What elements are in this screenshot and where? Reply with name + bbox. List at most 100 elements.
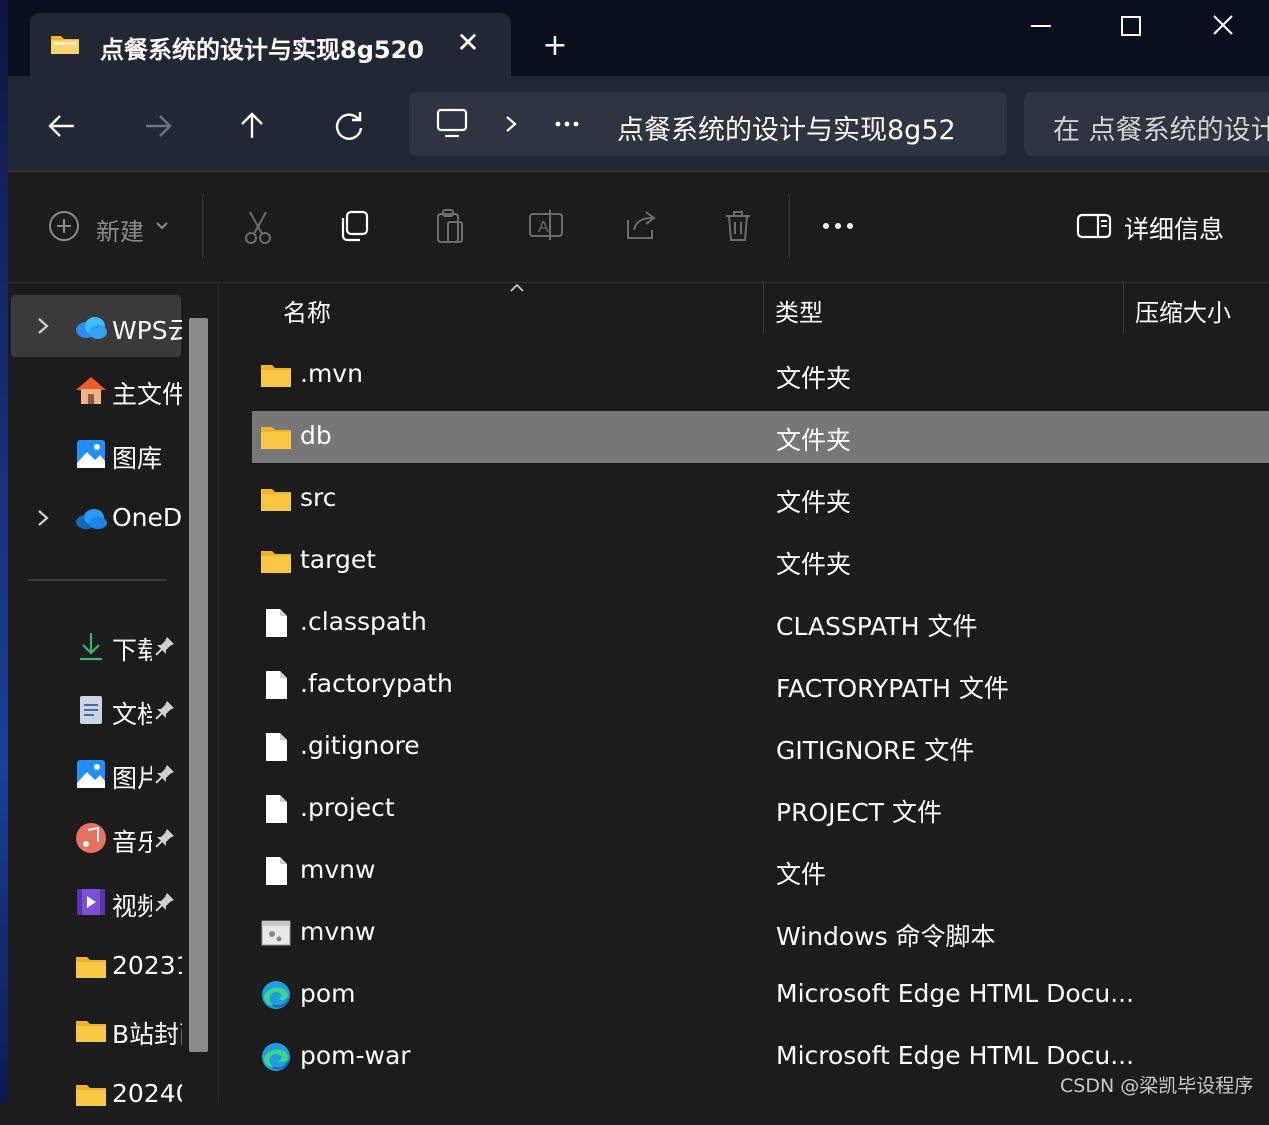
file-name: pom-war: [300, 1041, 411, 1070]
pin-icon[interactable]: [154, 635, 176, 657]
expand-chevron-icon[interactable]: [36, 315, 50, 337]
column-divider[interactable]: [763, 283, 764, 333]
sidebar-item-label: 图片: [112, 764, 152, 793]
file-row[interactable]: .project PROJECT 文件: [252, 783, 1269, 835]
file-name: .factorypath: [300, 669, 453, 698]
column-divider[interactable]: [1123, 283, 1124, 333]
onedrive-cloud-icon: [76, 509, 107, 529]
tab-current-folder[interactable]: 点餐系统的设计与实现8g520 ✕: [30, 13, 511, 76]
sidebar-item-videos[interactable]: 视频: [8, 873, 188, 933]
chevron-down-icon[interactable]: [154, 218, 170, 234]
sidebar-item-folder-20240[interactable]: 20240: [8, 1065, 188, 1125]
file-name: .classpath: [300, 607, 427, 636]
sort-ascending-icon: [510, 283, 524, 292]
sidebar-item-wps-cloud[interactable]: WPS云盘: [8, 297, 188, 357]
home-icon: [76, 377, 106, 404]
sidebar-item-downloads[interactable]: 下载: [8, 617, 188, 677]
file-row[interactable]: mvnw Windows 命令脚本: [252, 907, 1269, 959]
up-arrow-icon[interactable]: [232, 106, 272, 146]
file-icon: [260, 608, 292, 638]
file-type: 文件夹: [776, 364, 852, 393]
breadcrumb-current-folder[interactable]: 点餐系统的设计与实现8g520: [617, 108, 957, 147]
sidebar-divider: [28, 579, 166, 581]
sidebar-item-label: 视频: [112, 892, 152, 921]
details-button[interactable]: 详细信息: [1124, 210, 1224, 246]
close-window-icon[interactable]: [1200, 6, 1246, 46]
address-bar[interactable]: 点餐系统的设计与实现8g520: [409, 92, 1007, 156]
pin-icon[interactable]: [154, 763, 176, 785]
file-name: mvnw: [300, 917, 376, 946]
file-row[interactable]: target 文件夹: [252, 535, 1269, 587]
wps-cloud-icon: [76, 317, 107, 339]
more-options-icon[interactable]: [818, 206, 858, 246]
details-pane-icon[interactable]: [1074, 206, 1114, 246]
documents-icon: [80, 696, 102, 724]
sidebar-item-onedrive[interactable]: OneDrive: [8, 489, 188, 549]
new-button[interactable]: 新建: [96, 212, 144, 247]
new-plus-icon[interactable]: [46, 206, 86, 246]
file-row[interactable]: src 文件夹: [252, 473, 1269, 525]
sidebar-item-folder-bilibili-cover[interactable]: B站封面: [8, 1001, 188, 1061]
paste-icon[interactable]: [430, 206, 470, 246]
desktop-background: [0, 0, 8, 1103]
file-row[interactable]: .factorypath FACTORYPATH 文件: [252, 659, 1269, 711]
file-type: GITIGNORE 文件: [776, 736, 975, 765]
sidebar-item-music[interactable]: 音乐: [8, 809, 188, 869]
share-icon[interactable]: [622, 206, 662, 246]
pin-icon[interactable]: [154, 827, 176, 849]
file-row[interactable]: pom Microsoft Edge HTML Docu...: [252, 969, 1269, 1021]
sidebar-scrollbar[interactable]: [189, 318, 208, 1052]
svg-text:A: A: [538, 219, 549, 236]
delete-icon[interactable]: [718, 206, 758, 246]
file-name: db: [300, 421, 332, 450]
column-header-name[interactable]: 名称: [283, 293, 331, 328]
cut-icon[interactable]: [238, 206, 278, 246]
folder-icon: [76, 957, 106, 978]
folder-icon: [260, 546, 292, 576]
copy-icon[interactable]: [334, 206, 374, 246]
new-tab-button[interactable]: +: [535, 28, 575, 68]
column-header-type[interactable]: 类型: [775, 293, 823, 328]
edge-icon: [260, 1042, 292, 1072]
back-arrow-icon[interactable]: [42, 106, 82, 146]
sidebar-item-label: 20240: [112, 1079, 182, 1108]
pin-icon[interactable]: [154, 891, 176, 913]
toolbar-separator: [202, 194, 203, 258]
this-pc-icon[interactable]: [435, 106, 469, 140]
search-box[interactable]: 在 点餐系统的设计与实现8g520 中搜索: [1024, 92, 1269, 156]
sidebar-item-folder-20231[interactable]: 20231: [8, 937, 188, 997]
tab-title: 点餐系统的设计与实现8g520: [100, 36, 424, 64]
file-name: pom: [300, 979, 356, 1008]
file-name: .project: [300, 793, 395, 822]
navigation-pane: WPS云盘 主文件夹 图库 OneDrive: [8, 283, 218, 1108]
toolbar-separator: [789, 194, 790, 258]
file-row[interactable]: .gitignore GITIGNORE 文件: [252, 721, 1269, 773]
folder-icon: [260, 360, 292, 390]
file-row[interactable]: db 文件夹: [252, 411, 1269, 463]
breadcrumb-overflow-icon[interactable]: [553, 112, 581, 136]
sidebar-item-label: B站封面: [112, 1020, 182, 1049]
file-row[interactable]: mvnw 文件: [252, 845, 1269, 897]
forward-arrow-icon[interactable]: [138, 106, 178, 146]
pin-icon[interactable]: [154, 699, 176, 721]
file-list: 名称 类型 压缩大小 .mvn 文件夹 db 文件夹 src 文件夹 target 文件夹 .c…: [218, 283, 1269, 1103]
expand-chevron-icon[interactable]: [36, 507, 50, 529]
sidebar-item-label: 图库: [112, 444, 163, 473]
file-type: 文件夹: [776, 488, 852, 517]
sidebar-item-home[interactable]: 主文件夹: [8, 361, 188, 421]
sidebar-item-label: 下载: [112, 636, 152, 665]
file-row[interactable]: .mvn 文件夹: [252, 349, 1269, 401]
tab-close-icon[interactable]: ✕: [456, 23, 480, 63]
maximize-icon[interactable]: [1108, 6, 1154, 46]
rename-icon[interactable]: A: [526, 206, 566, 246]
file-row[interactable]: .classpath CLASSPATH 文件: [252, 597, 1269, 649]
sidebar-item-pictures[interactable]: 图片: [8, 745, 188, 805]
breadcrumb-chevron-icon[interactable]: [501, 112, 521, 136]
folder-icon: [76, 1085, 106, 1106]
minimize-icon[interactable]: [1018, 6, 1064, 46]
refresh-icon[interactable]: [329, 106, 369, 146]
column-header-compressed-size[interactable]: 压缩大小: [1135, 293, 1231, 328]
folder-icon: [260, 422, 292, 452]
sidebar-item-gallery[interactable]: 图库: [8, 425, 188, 485]
sidebar-item-documents[interactable]: 文档: [8, 681, 188, 741]
